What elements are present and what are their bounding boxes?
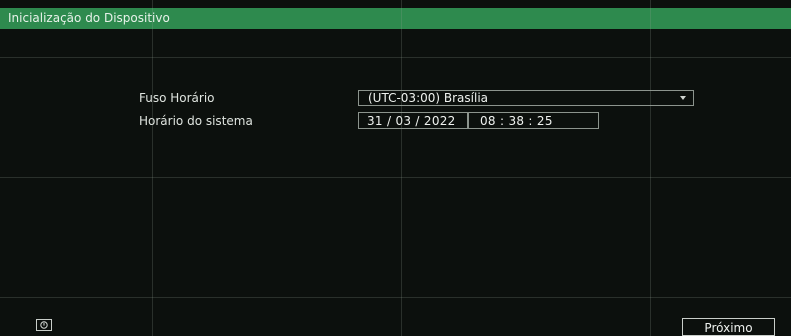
grid-line bbox=[152, 0, 153, 336]
date-value: 31 / 03 / 2022 bbox=[367, 114, 456, 128]
power-button[interactable] bbox=[36, 319, 52, 331]
timezone-select[interactable]: (UTC-03:00) Brasília bbox=[358, 90, 694, 106]
grid-line bbox=[0, 297, 791, 298]
setup-screen: Inicialização do Dispositivo Fuso Horári… bbox=[0, 0, 791, 336]
title-bar: Inicialização do Dispositivo bbox=[0, 8, 791, 29]
date-field[interactable]: 31 / 03 / 2022 bbox=[358, 112, 468, 129]
grid-line bbox=[650, 0, 651, 336]
window-title: Inicialização do Dispositivo bbox=[8, 11, 170, 25]
grid-line bbox=[0, 57, 791, 58]
time-field[interactable]: 08 : 38 : 25 bbox=[468, 112, 599, 129]
power-icon bbox=[40, 321, 48, 329]
system-time-label: Horário do sistema bbox=[139, 114, 253, 128]
timezone-value: (UTC-03:00) Brasília bbox=[368, 91, 489, 105]
grid-line bbox=[0, 177, 791, 178]
grid-line bbox=[401, 0, 402, 336]
timezone-label: Fuso Horário bbox=[139, 91, 215, 105]
time-value: 08 : 38 : 25 bbox=[480, 114, 553, 128]
next-button[interactable]: Próximo bbox=[682, 318, 775, 336]
dropdown-arrow-icon bbox=[680, 96, 686, 100]
